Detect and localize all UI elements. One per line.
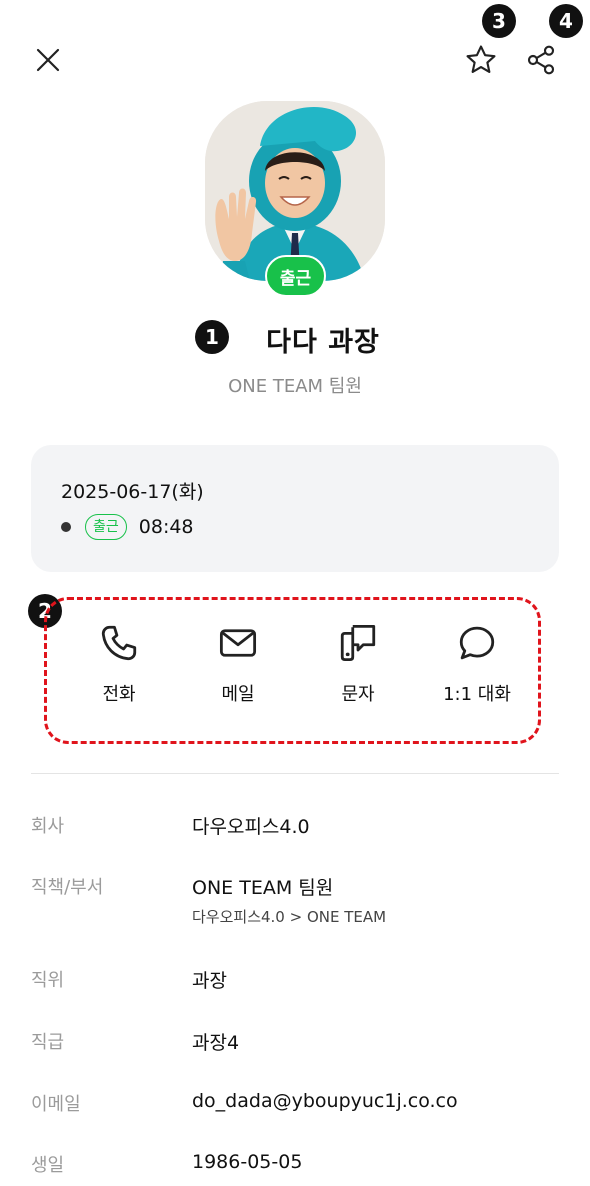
share-icon xyxy=(527,45,555,75)
annotation-marker-3: 3 xyxy=(482,4,516,38)
sms-button[interactable]: 문자 xyxy=(298,622,418,722)
call-button[interactable]: 전화 xyxy=(59,622,179,722)
sms-label: 문자 xyxy=(341,684,375,705)
chat-label: 1:1 대화 xyxy=(443,684,511,705)
position-value: 과장 xyxy=(192,970,227,992)
position-label: 직위 xyxy=(31,970,65,991)
profile-team: ONE TEAM 팀원 xyxy=(228,376,362,397)
profile-avatar[interactable] xyxy=(205,101,385,281)
grade-label: 직급 xyxy=(31,1032,65,1053)
avatar-image xyxy=(205,101,385,281)
phone-icon xyxy=(101,625,137,661)
favorite-button[interactable] xyxy=(459,38,503,82)
email-label: 이메일 xyxy=(31,1094,81,1115)
mail-label: 메일 xyxy=(221,684,255,705)
status-badge: 출근 xyxy=(265,255,326,297)
chat-bubble-icon xyxy=(459,626,495,660)
department-path: 다우오피스4.0 > ONE TEAM xyxy=(192,908,387,926)
birthday-value: 1986-05-05 xyxy=(192,1151,303,1173)
mail-icon xyxy=(219,629,257,657)
call-label: 전화 xyxy=(102,684,136,705)
attendance-dot-icon xyxy=(61,522,71,532)
close-icon xyxy=(36,48,60,72)
share-button[interactable] xyxy=(519,38,563,82)
profile-name-text: 다다 과장 xyxy=(266,327,380,358)
attendance-card: 2025-06-17(화) 출근 08:48 xyxy=(31,445,559,572)
profile-name: 다다 과장 xyxy=(0,320,590,359)
attendance-date: 2025-06-17(화) xyxy=(61,481,204,503)
department-value: ONE TEAM 팀원 xyxy=(192,877,334,899)
birthday-label: 생일 xyxy=(31,1155,65,1176)
chat-button[interactable]: 1:1 대화 xyxy=(417,622,537,722)
close-button[interactable] xyxy=(26,38,70,82)
annotation-marker-4: 4 xyxy=(549,4,583,38)
attendance-badge: 출근 xyxy=(85,514,127,540)
divider xyxy=(31,773,559,774)
attendance-time: 08:48 xyxy=(138,516,194,538)
action-bar: 전화 메일 문자 1:1 대화 xyxy=(44,597,541,744)
company-label: 회사 xyxy=(31,816,65,837)
mail-button[interactable]: 메일 xyxy=(178,622,298,722)
email-value[interactable]: do_dada@yboupyuc1j.co.co xyxy=(192,1090,458,1112)
grade-value: 과장4 xyxy=(192,1032,240,1054)
attendance-row: 출근 08:48 xyxy=(61,514,194,540)
sms-icon xyxy=(340,624,376,662)
department-label: 직책/부서 xyxy=(31,877,104,898)
company-value: 다우오피스4.0 xyxy=(192,816,310,838)
star-outline-icon xyxy=(466,45,496,73)
